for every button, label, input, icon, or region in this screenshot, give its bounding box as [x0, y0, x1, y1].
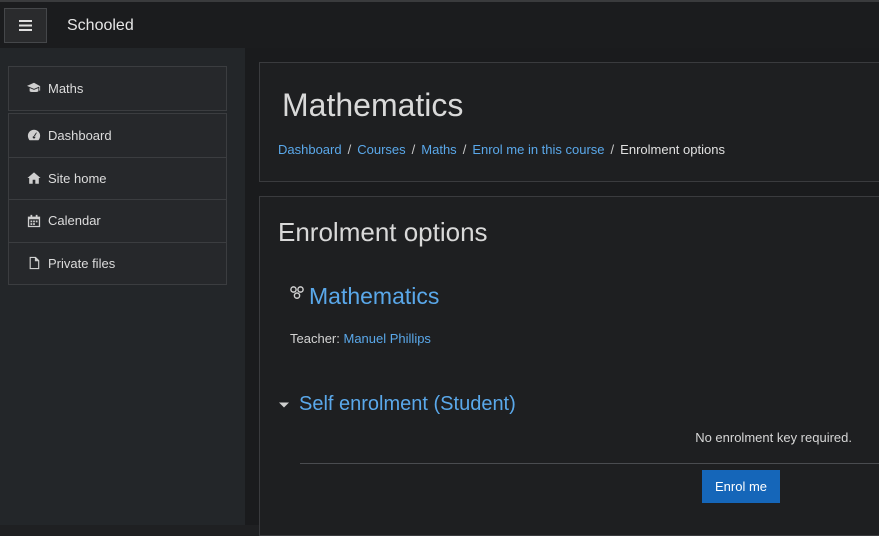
home-icon: [27, 172, 41, 184]
calendar-icon: [27, 214, 41, 227]
nav-item-private-files[interactable]: Private files: [9, 241, 226, 285]
nav-drawer: Maths Dashboard Site home Calendar Priva…: [0, 48, 245, 525]
self-enrolment-title: Self enrolment (Student): [299, 393, 516, 415]
nav-item-calendar[interactable]: Calendar: [9, 199, 226, 242]
enrolment-card: Enrolment options Mathematics Teacher: M…: [259, 196, 879, 536]
site-nav-block: Dashboard Site home Calendar Private fil…: [8, 113, 227, 285]
breadcrumb-maths[interactable]: Maths: [421, 142, 456, 157]
caret-down-icon: [279, 402, 289, 407]
site-name[interactable]: Schooled: [67, 17, 134, 35]
nav-item-label: Calendar: [48, 213, 101, 229]
breadcrumb-enrol-me[interactable]: Enrol me in this course: [472, 142, 604, 157]
breadcrumb-separator: /: [347, 142, 352, 157]
nav-item-maths[interactable]: Maths: [9, 67, 226, 110]
course-nav-block: Maths: [8, 66, 227, 111]
course-name-link[interactable]: Mathematics: [290, 283, 439, 310]
self-enrolment-toggle[interactable]: Self enrolment (Student): [278, 393, 516, 416]
tachometer-icon: [27, 130, 41, 141]
breadcrumb-dashboard[interactable]: Dashboard: [278, 142, 342, 157]
file-icon: [29, 257, 40, 270]
breadcrumb-separator: /: [411, 142, 416, 157]
breadcrumb-courses[interactable]: Courses: [357, 142, 405, 157]
teacher-line: Teacher: Manuel Phillips: [290, 331, 431, 346]
drawer-toggle-button[interactable]: [4, 8, 47, 43]
breadcrumb: Dashboard / Courses / Maths / Enrol me in this…: [278, 142, 725, 157]
nav-item-label: Private files: [48, 255, 116, 271]
nav-item-label: Site home: [48, 170, 107, 186]
no-key-message: No enrolment key required.: [695, 430, 852, 445]
enrol-me-button[interactable]: Enrol me: [702, 470, 780, 503]
nav-item-label: Maths: [48, 80, 84, 96]
main-region: Mathematics Dashboard / Courses / Maths / Enro…: [245, 48, 879, 536]
teacher-name-link[interactable]: Manuel Phillips: [344, 331, 431, 346]
page-title: Mathematics: [282, 87, 464, 123]
course-name: Mathematics: [309, 283, 440, 309]
breadcrumb-separator: /: [462, 142, 467, 157]
course-icon: [290, 285, 304, 299]
enrolment-heading: Enrolment options: [278, 217, 488, 247]
teacher-label: Teacher:: [290, 331, 340, 346]
form-divider: [300, 463, 879, 464]
breadcrumb-separator: /: [610, 142, 615, 157]
nav-item-label: Dashboard: [48, 127, 112, 143]
breadcrumb-current: Enrolment options: [620, 142, 725, 157]
top-navbar: Schooled: [0, 0, 879, 48]
nav-item-site-home[interactable]: Site home: [9, 156, 226, 200]
graduation-cap-icon: [27, 83, 41, 93]
hamburger-icon: [19, 20, 32, 31]
page-header: Mathematics Dashboard / Courses / Maths / Enro…: [259, 62, 879, 182]
nav-item-dashboard[interactable]: Dashboard: [9, 114, 226, 157]
